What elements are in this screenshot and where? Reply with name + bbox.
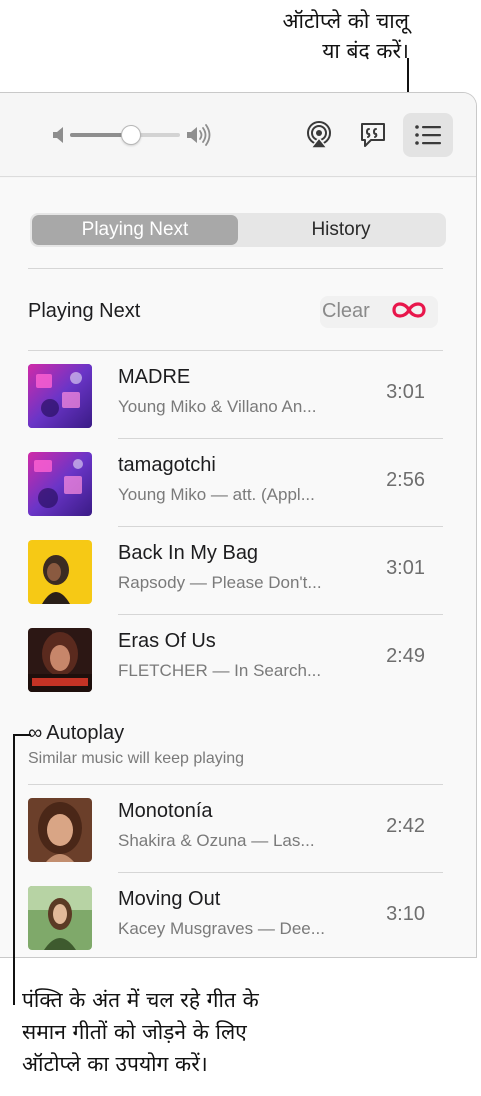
track-title: Back In My Bag (118, 542, 259, 564)
lyrics-button[interactable] (353, 115, 393, 155)
airplay-button[interactable] (299, 115, 339, 155)
tab-history[interactable]: History (238, 215, 444, 245)
section-title: Playing Next (28, 300, 141, 322)
queue-content: Playing Next History Playing Next Clear (0, 178, 476, 957)
album-art (28, 364, 92, 428)
track-duration: 3:01 (386, 557, 425, 579)
queue-segmented-control: Playing Next History (30, 213, 446, 247)
track-title: Eras Of Us (118, 630, 216, 652)
callout-autoplay-toggle: ऑटोप्ले को चालू या बंद करें। (189, 6, 409, 66)
clear-button[interactable]: Clear (322, 300, 370, 323)
track-subtitle: Young Miko & Villano An... (118, 397, 317, 416)
callout-line: ऑटोप्ले का उपयोग करें। (22, 1052, 208, 1076)
volume-high-icon (187, 124, 211, 146)
track-subtitle: Shakira & Ozuna — Las... (118, 831, 315, 850)
autoplay-title: Autoplay (46, 722, 125, 744)
track-row[interactable]: Moving Out Kacey Musgraves — Dee... 3:10 (28, 873, 443, 957)
callout-autoplay-usage: पंक्ति के अंत में चल रहे गीत के समान गीत… (22, 984, 382, 1080)
track-title: Moving Out (118, 888, 221, 910)
playing-next-button[interactable] (403, 113, 453, 157)
autoplay-subtitle: Similar music will keep playing (28, 750, 245, 767)
airplay-icon (307, 121, 331, 149)
callout-leader-line (13, 734, 31, 736)
lyrics-icon (361, 123, 385, 147)
track-subtitle: Rapsody — Please Don't... (118, 573, 322, 592)
playing-next-header: Playing Next Clear (28, 296, 443, 340)
album-art (28, 540, 92, 604)
track-subtitle: Kacey Musgraves — Dee... (118, 919, 325, 938)
callout-line: ऑटोप्ले को चालू (282, 9, 409, 33)
autoplay-toggle-icon[interactable] (390, 298, 428, 322)
track-subtitle: Young Miko — att. (Appl... (118, 485, 315, 504)
autoplay-heading: ∞ Autoplay (28, 722, 124, 745)
track-duration: 3:01 (386, 381, 425, 403)
queue-list-icon (415, 125, 441, 145)
divider (28, 268, 443, 269)
volume-low-icon (53, 127, 63, 143)
tab-playing-next[interactable]: Playing Next (32, 215, 238, 245)
clear-group: Clear (320, 296, 438, 328)
track-subtitle: FLETCHER — In Search... (118, 661, 322, 680)
track-duration: 3:10 (386, 903, 425, 925)
album-art (28, 628, 92, 692)
track-row[interactable]: MADRE Young Miko & Villano An... 3:01 (28, 351, 443, 439)
album-art (28, 886, 92, 950)
callout-line: पंक्ति के अंत में चल रहे गीत के (22, 988, 259, 1012)
track-row[interactable]: Monotonía Shakira & Ozuna — Las... 2:42 (28, 785, 443, 873)
track-title: tamagotchi (118, 454, 216, 476)
track-row[interactable]: tamagotchi Young Miko — att. (Appl... 2:… (28, 439, 443, 527)
track-duration: 2:42 (386, 815, 425, 837)
callout-line: समान गीतों को जोड़ने के लिए (22, 1020, 247, 1044)
callout-leader-line (13, 735, 15, 1005)
track-title: Monotonía (118, 800, 213, 822)
album-art (28, 452, 92, 516)
track-duration: 2:56 (386, 469, 425, 491)
volume-slider[interactable] (70, 125, 180, 145)
queue-panel: Playing Next History Playing Next Clear (0, 92, 477, 958)
volume-slider-knob[interactable] (120, 125, 141, 145)
track-duration: 2:49 (386, 645, 425, 667)
album-art (28, 798, 92, 862)
track-title: MADRE (118, 366, 191, 388)
track-row[interactable]: Back In My Bag Rapsody — Please Don't...… (28, 527, 443, 615)
track-row[interactable]: Eras Of Us FLETCHER — In Search... 2:49 (28, 615, 443, 703)
toolbar (0, 93, 476, 177)
callout-line: या बंद करें। (322, 39, 409, 63)
